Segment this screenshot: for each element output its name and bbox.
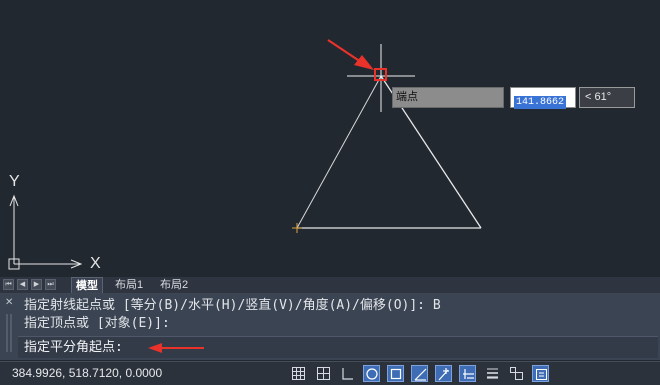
drawing-geometry <box>8 39 482 270</box>
ucs-x-label: X <box>90 255 101 272</box>
isometric-drafting-icon[interactable] <box>411 365 428 382</box>
command-history-line: 指定顶点或 [对象(E)]: <box>24 316 170 331</box>
annotation-monitor-icon[interactable] <box>532 365 549 382</box>
command-history-line: 指定射线起点或 [等分(B)/水平(H)/竖直(V)/角度(A)/偏移(O)]:… <box>24 298 441 313</box>
status-bar: 384.9926, 518.7120, 0.0000 <box>0 361 660 385</box>
command-line-panel: ✕ 指定射线起点或 [等分(B)/水平(H)/竖直(V)/角度(A)/偏移(O)… <box>0 294 660 360</box>
layout-tab-bar: ⏮ ◀ ▶ ⏭ 模型 布局1 布局2 <box>0 277 660 294</box>
command-prompt: 指定平分角起点: <box>24 340 123 355</box>
annotation-arrow-icon <box>148 343 204 353</box>
lineweight-icon[interactable] <box>484 365 501 382</box>
osnap-tooltip: 端点 <box>392 87 504 108</box>
dynamic-ucs-icon[interactable] <box>459 365 476 382</box>
command-input[interactable]: 指定平分角起点: <box>18 336 658 358</box>
next-tab-icon[interactable]: ▶ <box>31 279 42 290</box>
annotation-arrow-icon <box>327 39 374 70</box>
tab-model[interactable]: 模型 <box>71 277 103 293</box>
dynamic-length-input[interactable]: 141.8662 <box>510 87 576 109</box>
ucs-y-label: Y <box>9 173 20 190</box>
tab-layout1[interactable]: 布局1 <box>111 277 147 293</box>
prev-tab-icon[interactable]: ◀ <box>17 279 28 290</box>
drawing-canvas[interactable]: Y X 端点 141.8662 < 61° <box>0 0 660 277</box>
length-value: 141.8662 <box>514 96 567 109</box>
cursor-coordinates: 384.9926, 518.7120, 0.0000 <box>12 366 163 380</box>
dynamic-angle-input[interactable]: < 61° <box>579 87 635 108</box>
ucs-icon <box>8 194 83 270</box>
ortho-icon[interactable] <box>339 365 356 382</box>
object-snap-tracking-icon[interactable] <box>435 365 452 382</box>
triangle-left-edge <box>296 75 382 229</box>
drag-grip-icon[interactable] <box>4 298 16 354</box>
snap-grid-icon[interactable] <box>315 365 332 382</box>
grid-display-icon[interactable] <box>290 365 307 382</box>
polar-tracking-icon[interactable] <box>363 365 380 382</box>
object-snap-icon[interactable] <box>387 365 404 382</box>
tab-layout2[interactable]: 布局2 <box>156 277 192 293</box>
last-tab-icon[interactable]: ⏭ <box>45 279 56 290</box>
base-point-marker <box>292 223 302 233</box>
selection-cycling-icon[interactable] <box>508 365 525 382</box>
first-tab-icon[interactable]: ⏮ <box>3 279 14 290</box>
